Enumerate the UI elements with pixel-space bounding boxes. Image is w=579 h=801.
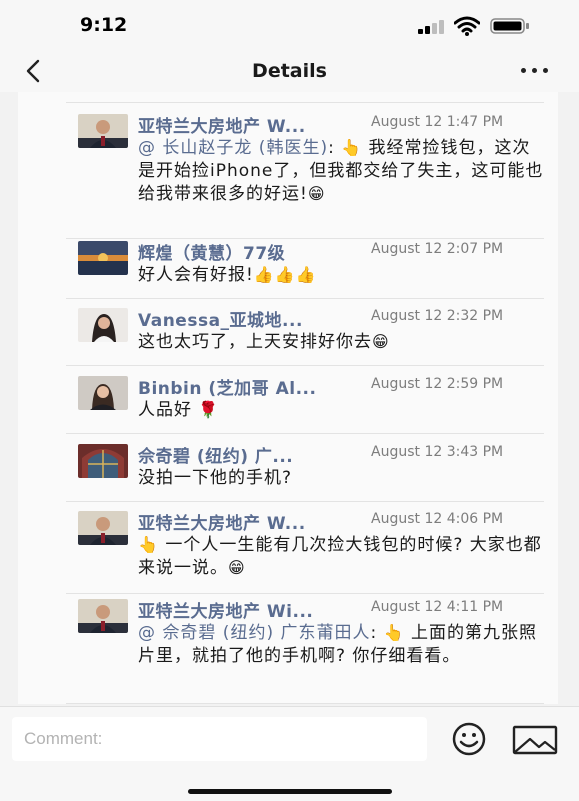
avatar[interactable] — [78, 114, 128, 148]
divider — [66, 433, 544, 434]
comment-text: 人品好 🌹 — [138, 399, 548, 422]
home-indicator — [188, 789, 392, 794]
comment-text: 👆 一个人一生能有几次捡大钱包的时候? 大家也都来说一说。😁 — [138, 534, 548, 580]
comment-body: 这也太巧了，上天安排好你去 — [138, 332, 372, 352]
comment-time: August 12 1:47 PM — [371, 114, 504, 130]
comment-author[interactable]: 亚特兰大房地产 W... — [138, 509, 370, 534]
pointing-up-icon: 👆 — [383, 623, 405, 642]
status-bar: 9:12 — [0, 0, 579, 52]
nav-bar: Details — [0, 52, 579, 92]
cellular-signal-icon — [418, 20, 446, 34]
mention-link[interactable]: @ 长山赵子龙 (韩医生) — [138, 138, 328, 158]
comment-author[interactable]: 佘奇碧 (纽约) 广... — [138, 442, 370, 467]
list-item: 亚特兰大房地产 Wi... August 12 4:11 PM @ 佘奇碧 (纽… — [18, 597, 558, 704]
mention-colon: : — [370, 623, 378, 643]
wifi-icon — [454, 16, 480, 36]
comment-time: August 12 3:43 PM — [371, 444, 504, 460]
pointing-up-icon: 👆 — [341, 138, 363, 157]
comment-text: @ 佘奇碧 (纽约) 广东莆田人: 👆 上面的第九张照片里，就拍了他的手机啊? … — [138, 622, 548, 668]
pointing-up-icon: 👆 — [138, 535, 159, 554]
avatar[interactable] — [78, 444, 128, 478]
list-item: 亚特兰大房地产 W... August 12 4:06 PM 👆 一个人一生能有… — [18, 509, 558, 594]
comment-author[interactable]: 辉煌（黄慧）77级 — [138, 239, 370, 264]
divider — [66, 365, 544, 366]
comment-author[interactable]: Binbin (芝加哥 Al... — [138, 374, 370, 399]
page-title: Details — [252, 60, 327, 82]
comment-author[interactable]: 亚特兰大房地产 Wi... — [138, 597, 370, 622]
battery-icon — [490, 18, 529, 34]
grinning-face-icon: 😁 — [372, 332, 390, 351]
comment-time: August 12 4:06 PM — [371, 511, 504, 527]
comment-author[interactable]: 亚特兰大房地产 W... — [138, 112, 370, 137]
status-time: 9:12 — [80, 14, 128, 36]
avatar[interactable] — [78, 376, 128, 410]
comment-input[interactable] — [12, 717, 427, 761]
list-item: 亚特兰大房地产 W... August 12 1:47 PM @ 长山赵子龙 (… — [18, 112, 558, 239]
divider — [66, 501, 544, 502]
comment-text: 没拍一下他的手机? — [138, 467, 548, 490]
thumbs-up-icon: 👍👍👍 — [253, 265, 317, 284]
image-icon[interactable] — [512, 725, 558, 755]
mention-colon: : — [328, 138, 335, 158]
divider — [66, 703, 544, 704]
avatar[interactable] — [78, 308, 128, 342]
comment-composer — [0, 706, 579, 801]
avatar[interactable] — [78, 241, 128, 275]
comment-author[interactable]: Vanessa_亚城地... — [138, 306, 370, 331]
list-item: 佘奇碧 (纽约) 广... August 12 3:43 PM 没拍一下他的手机… — [18, 442, 558, 502]
list-item: Binbin (芝加哥 Al... August 12 2:59 PM 人品好 … — [18, 374, 558, 434]
avatar[interactable] — [78, 599, 128, 633]
comment-body: 没拍一下他的手机? — [138, 468, 293, 488]
mention-link[interactable]: @ 佘奇碧 (纽约) 广东莆田人 — [138, 623, 370, 643]
comment-body: 一个人一生能有几次捡大钱包的时候? 大家也都来说一说。 — [138, 535, 542, 578]
rose-icon: 🌹 — [198, 400, 220, 419]
divider — [66, 593, 544, 594]
comment-time: August 12 4:11 PM — [371, 599, 504, 615]
comment-text: 这也太巧了，上天安排好你去😁 — [138, 331, 548, 354]
list-item: 辉煌（黄慧）77级 August 12 2:07 PM 好人会有好报!👍👍👍 — [18, 239, 558, 299]
comment-time: August 12 2:32 PM — [371, 308, 504, 324]
comment-time: August 12 2:59 PM — [371, 376, 504, 392]
comment-list[interactable]: 亚特兰大房地产 W... August 12 1:47 PM @ 长山赵子龙 (… — [18, 92, 558, 704]
grinning-face-icon: 😁 — [228, 558, 246, 577]
comment-time: August 12 2:07 PM — [371, 241, 504, 257]
grinning-face-icon: 😁 — [307, 184, 326, 203]
more-dots-icon[interactable] — [518, 66, 552, 76]
comment-body: 人品好 — [138, 400, 192, 420]
comment-text: @ 长山赵子龙 (韩医生): 👆 我经常捡钱包，这次是开始捡iPhone了，但我… — [138, 137, 548, 206]
comment-body: 好人会有好报! — [138, 265, 254, 285]
divider — [66, 298, 544, 299]
avatar[interactable] — [78, 511, 128, 545]
smiley-icon[interactable] — [444, 721, 494, 757]
list-item: Vanessa_亚城地... August 12 2:32 PM 这也太巧了，上… — [18, 306, 558, 366]
comment-text: 好人会有好报!👍👍👍 — [138, 264, 548, 287]
divider — [66, 102, 544, 103]
